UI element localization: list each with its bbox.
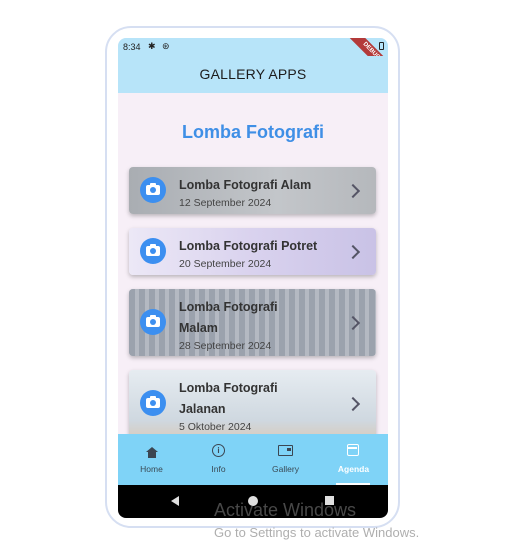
card-date: 28 September 2024 bbox=[179, 340, 272, 352]
card-title: Lomba Fotografi Alam bbox=[179, 178, 312, 192]
contest-card-alam[interactable]: Lomba Fotografi Alam 12 September 2024 bbox=[129, 167, 376, 214]
sync-icon: ⊛ bbox=[162, 41, 170, 51]
app-title: GALLERY APPS bbox=[199, 66, 307, 82]
info-icon: i bbox=[212, 444, 225, 457]
main-content[interactable]: Lomba Fotografi Lomba Fotografi Alam 12 … bbox=[118, 93, 388, 434]
nav-agenda[interactable]: Agenda bbox=[320, 434, 387, 485]
card-title-line1: Lomba Fotografi bbox=[179, 381, 278, 395]
card-title: Lomba Fotografi Potret bbox=[179, 239, 318, 253]
card-date: 20 September 2024 bbox=[179, 258, 272, 270]
contest-card-malam[interactable]: Lomba Fotografi Malam 28 September 2024 bbox=[129, 289, 376, 356]
battery-icon bbox=[379, 42, 384, 50]
windows-watermark: Activate Windows Go to Settings to activ… bbox=[214, 500, 419, 540]
card-title-line2: Jalanan bbox=[179, 402, 226, 416]
nav-home[interactable]: Home bbox=[118, 434, 185, 485]
nav-label: Home bbox=[140, 464, 163, 474]
gallery-icon bbox=[278, 445, 293, 456]
camera-icon bbox=[140, 238, 166, 264]
nav-label: Agenda bbox=[337, 464, 370, 474]
card-date: 5 Oktober 2024 bbox=[179, 421, 252, 433]
bottom-navigation: Home i Info Gallery Agenda bbox=[118, 434, 388, 485]
camera-icon bbox=[140, 309, 166, 335]
status-bar: 8:34 ✱ ⊛ DEBUG bbox=[118, 38, 388, 81]
back-icon[interactable] bbox=[171, 496, 179, 506]
status-time: 8:34 bbox=[123, 42, 141, 52]
card-title-line2: Malam bbox=[179, 321, 218, 335]
app-screen: 8:34 ✱ ⊛ DEBUG GALLERY APPS Lomba Fotogr… bbox=[118, 38, 388, 518]
camera-icon bbox=[140, 390, 166, 416]
app-bar: GALLERY APPS bbox=[118, 56, 388, 93]
calendar-icon bbox=[347, 444, 359, 456]
nav-label: Gallery bbox=[272, 464, 299, 474]
camera-icon bbox=[140, 177, 166, 203]
watermark-subtitle: Go to Settings to activate Windows. bbox=[214, 525, 420, 540]
nav-gallery[interactable]: Gallery bbox=[252, 434, 319, 485]
card-title-line1: Lomba Fotografi bbox=[179, 300, 278, 314]
card-date: 12 September 2024 bbox=[179, 197, 272, 209]
contest-card-potret[interactable]: Lomba Fotografi Potret 20 September 2024 bbox=[129, 228, 376, 275]
page-title: Lomba Fotografi bbox=[182, 122, 324, 142]
nav-label: Info bbox=[211, 464, 226, 474]
contest-card-jalanan[interactable]: Lomba Fotografi Jalanan 5 Oktober 2024 bbox=[129, 370, 376, 434]
nav-info[interactable]: i Info bbox=[185, 434, 252, 485]
settings-icon: ✱ bbox=[148, 41, 156, 51]
watermark-title: Activate Windows bbox=[214, 500, 357, 520]
